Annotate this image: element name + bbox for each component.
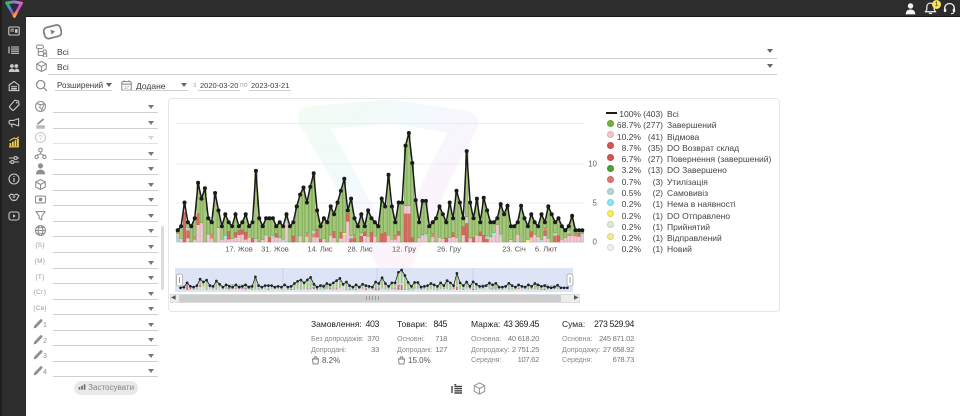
svg-text:6. Лют: 6. Лют bbox=[535, 245, 558, 254]
svg-text:26. Гру: 26. Гру bbox=[437, 245, 461, 254]
svg-text:14. Лис: 14. Лис bbox=[307, 245, 333, 254]
svg-text:31. Жов: 31. Жов bbox=[261, 245, 289, 254]
svg-text:?: ? bbox=[38, 133, 42, 142]
svg-text:23. Січ: 23. Січ bbox=[502, 245, 526, 254]
svg-text:17. Жов: 17. Жов bbox=[225, 245, 253, 254]
svg-text:28. Лис: 28. Лис bbox=[347, 245, 373, 254]
svg-text:12. Гру: 12. Гру bbox=[392, 245, 416, 254]
svg-text:0: 0 bbox=[593, 238, 598, 247]
svg-text:5: 5 bbox=[593, 199, 598, 208]
svg-text:10: 10 bbox=[588, 160, 597, 169]
